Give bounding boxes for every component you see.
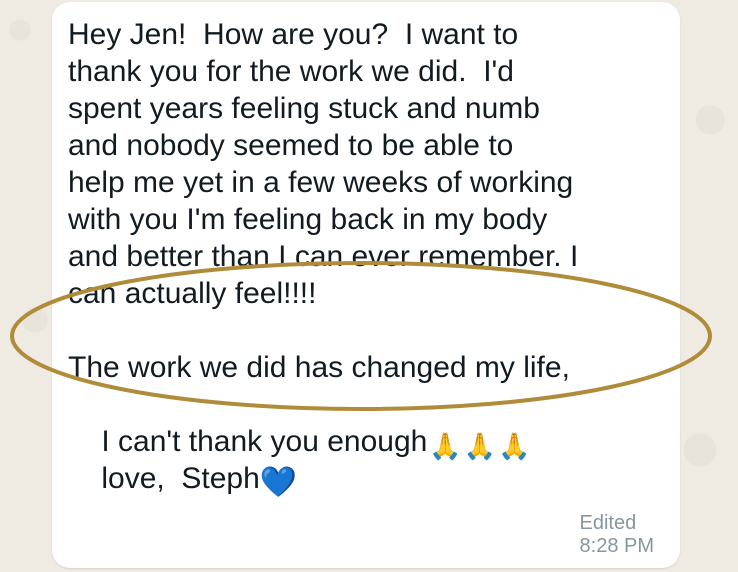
message-line-9: The work we did has changed my life, — [68, 351, 570, 384]
message-line-11-text: love, Steph — [101, 462, 260, 495]
message-line-5: help me yet in a few weeks of working — [68, 166, 574, 199]
message-line-6: with you I'm feeling back in my body — [68, 203, 548, 236]
message-line-2: thank you for the work we did. I'd — [68, 55, 514, 88]
folded-hands-icon: 🙏 — [463, 431, 497, 461]
message-line-8: can actually feel!!!! — [68, 277, 317, 310]
folded-hands-icon: 🙏 — [429, 431, 462, 461]
message-line-10: I can't thank you enough🙏🙏🙏 — [68, 386, 668, 461]
message-line-4: and nobody seemed to be able to — [68, 129, 514, 162]
message-line-1: Hey Jen! How are you? I want to — [68, 18, 519, 51]
message-text: Hey Jen! How are you? I want to thank yo… — [68, 16, 668, 499]
folded-hands-icon: 🙏 — [498, 431, 531, 461]
edited-label: Edited — [579, 512, 637, 534]
message-line-10-text: I can't thank you enough — [101, 425, 428, 458]
message-meta: Edited 8:28 PM — [568, 489, 654, 558]
blue-heart-icon: 💙 — [259, 466, 298, 499]
message-time: 8:28 PM — [579, 535, 654, 557]
message-line-3: spent years feeling stuck and numb — [68, 92, 540, 125]
message-line-7: and better than I can ever remember. I — [68, 240, 579, 273]
